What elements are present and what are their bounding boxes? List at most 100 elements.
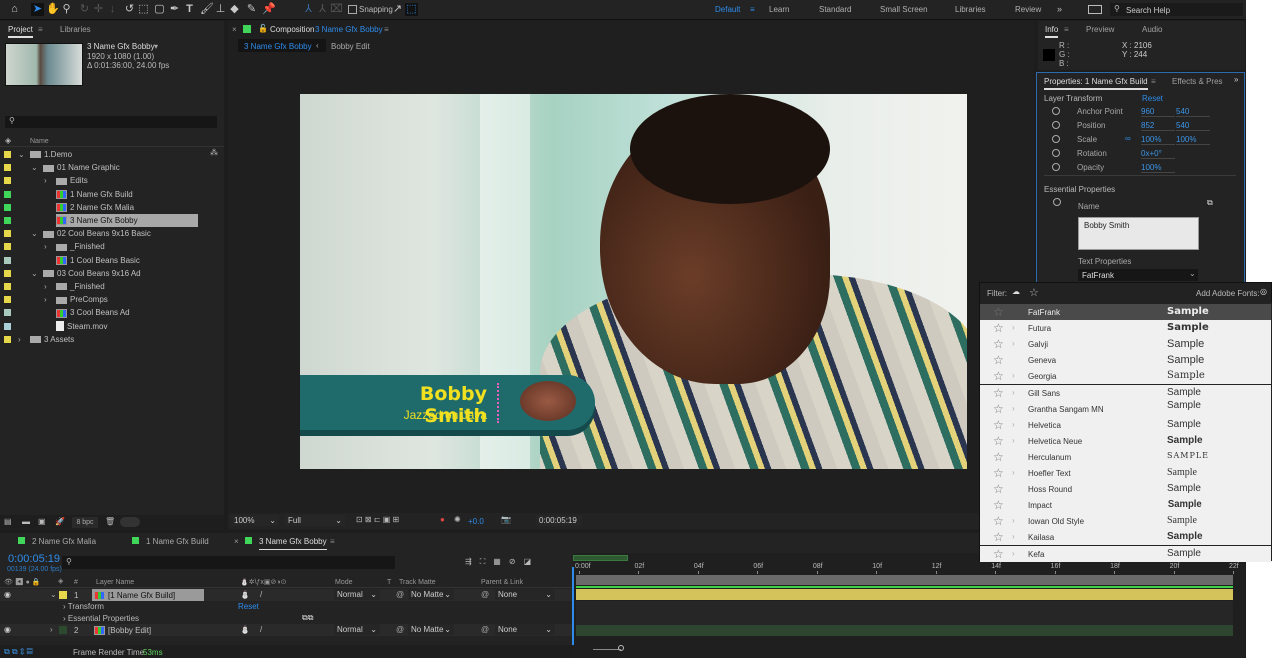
label-color[interactable] xyxy=(4,335,11,343)
favorite-star-icon[interactable]: ☆ xyxy=(993,321,1004,335)
workspace-small-screen[interactable]: Small Screen xyxy=(880,5,928,14)
search-help-input[interactable]: ⚲ Search Help xyxy=(1110,3,1243,16)
chevron-right-icon[interactable]: › xyxy=(1012,371,1015,380)
label-color[interactable] xyxy=(4,151,11,158)
favorite-star-icon[interactable]: ☆ xyxy=(993,353,1004,367)
panel-menu-icon[interactable]: ≡ xyxy=(38,25,43,34)
panel-menu-icon[interactable]: ≡ xyxy=(384,25,389,34)
label-color[interactable] xyxy=(4,230,11,238)
chevron-right-icon[interactable]: › xyxy=(44,280,47,293)
blend-mode-dropdown[interactable]: Normal ⌄ xyxy=(334,589,380,600)
chevron-down-icon[interactable]: ⌄ xyxy=(31,161,38,174)
region-of-interest-icon[interactable]: ⊡ ⊠ ⊏ ▣ ⊞ xyxy=(356,515,399,524)
tab-preview[interactable]: Preview xyxy=(1086,25,1114,34)
more-panels-icon[interactable]: » xyxy=(1234,75,1238,84)
orbit-tool-icon[interactable]: ↻ xyxy=(78,3,91,16)
tab-project[interactable]: Project xyxy=(8,25,33,38)
chevron-right-icon[interactable]: › xyxy=(18,333,21,346)
clone-stamp-icon[interactable]: ⊥ xyxy=(214,3,227,16)
label-color[interactable] xyxy=(4,269,11,277)
project-search-input[interactable]: ⚲ xyxy=(5,116,217,128)
composition-tab-prefix[interactable]: Composition xyxy=(270,25,314,34)
layer-name[interactable]: [Bobby Edit] xyxy=(92,624,204,636)
project-item[interactable]: 1 Cool Beans Basic xyxy=(0,254,224,267)
pen-tool-icon[interactable]: ✒ xyxy=(168,3,181,16)
favorite-star-icon[interactable]: ☆ xyxy=(993,482,1004,496)
property-value-1[interactable]: 0x+0° xyxy=(1141,149,1175,159)
project-item[interactable]: › _Finished xyxy=(0,240,224,253)
parent-dropdown[interactable]: None ⌄ xyxy=(495,589,555,600)
label-tag-icon[interactable]: ◈ xyxy=(58,577,63,585)
font-option-fatfrank[interactable]: ☆ FatFrank Sample xyxy=(980,304,1272,320)
zoom-slider-handle[interactable] xyxy=(618,645,624,651)
zoom-tool-icon[interactable]: ⚲ xyxy=(60,3,73,16)
font-option-galvji[interactable]: ☆ › Galvji Sample xyxy=(980,336,1272,353)
reset-transform-link[interactable]: Reset xyxy=(238,602,259,611)
eye-icon[interactable]: ◉ xyxy=(4,590,11,599)
label-color[interactable] xyxy=(4,309,11,317)
font-option-hoefler-text[interactable]: ☆ › Hoefler Text Sample xyxy=(980,465,1272,481)
favorite-star-icon[interactable]: ☆ xyxy=(993,418,1004,432)
panel-menu-icon[interactable]: ≡ xyxy=(330,537,335,546)
eraser-tool-icon[interactable]: ◆ xyxy=(228,3,241,16)
font-option-helvetica-neue[interactable]: ☆ › Helvetica Neue Sample xyxy=(980,432,1272,449)
workspace-default[interactable]: Default xyxy=(715,5,740,14)
quality-switch-icon[interactable]: / xyxy=(260,590,262,599)
favorite-star-icon[interactable]: ☆ xyxy=(993,337,1004,351)
close-tab-icon[interactable]: × xyxy=(234,537,239,546)
pickwhip-icon[interactable]: @ xyxy=(396,590,404,599)
puppet-pin-icon[interactable]: 📌 xyxy=(262,3,276,16)
sync-settings-icon[interactable] xyxy=(1088,5,1102,14)
render-toggle-icons[interactable]: ⧉ ⧉ ⇕ ▤ xyxy=(4,647,33,657)
workspace-standard[interactable]: Standard xyxy=(819,5,851,14)
font-option-hoss-round[interactable]: ☆ Hoss Round Sample xyxy=(980,481,1272,498)
font-option-impact[interactable]: ☆ Impact Sample xyxy=(980,497,1272,514)
favorite-star-icon[interactable]: ☆ xyxy=(993,369,1004,383)
workspace-learn[interactable]: Learn xyxy=(769,5,789,14)
project-item[interactable]: 3 Name Gfx Bobby xyxy=(0,214,224,227)
hand-tool-icon[interactable]: ✋ xyxy=(46,3,60,16)
parent-pickwhip-icon[interactable]: @ xyxy=(481,625,489,634)
panel-menu-icon[interactable]: ≡ xyxy=(1064,25,1069,34)
rotate-tool-icon[interactable]: ↺ xyxy=(123,3,136,16)
anchor-tool-icon[interactable]: ⬚ xyxy=(137,3,150,16)
composition-tab-name[interactable]: 3 Name Gfx Bobby xyxy=(315,25,383,34)
essential-properties-group[interactable]: › Essential Properties xyxy=(63,614,139,623)
layer-bar-1[interactable] xyxy=(576,589,1233,600)
chevron-down-icon[interactable]: ⌄ xyxy=(31,267,38,280)
property-value-1[interactable]: 852 xyxy=(1141,121,1175,131)
chevron-down-icon[interactable]: ⌄ xyxy=(1189,269,1196,278)
layer-bar-2[interactable] xyxy=(576,625,1233,636)
project-item[interactable]: › PreComps xyxy=(0,293,224,306)
pickwhip-icon[interactable]: @ xyxy=(396,625,404,634)
font-option-kailasa[interactable]: ☆ › Kailasa Sample xyxy=(980,529,1272,546)
type-tool-icon[interactable]: T xyxy=(183,3,196,16)
breadcrumb-item[interactable]: Bobby Edit xyxy=(331,42,370,51)
label-color[interactable] xyxy=(4,296,11,304)
chevron-right-icon[interactable]: › xyxy=(1012,420,1015,429)
chevron-right-icon[interactable]: › xyxy=(44,293,47,306)
pan-tool-icon[interactable]: ✛ xyxy=(92,3,105,16)
stopwatch-icon[interactable] xyxy=(1052,149,1060,157)
label-color[interactable] xyxy=(4,243,11,251)
zoom-dropdown[interactable]: 100% ⌄ xyxy=(231,515,279,526)
filter-adobe-fonts-icon[interactable]: ☁ xyxy=(1012,287,1020,296)
project-item[interactable]: 3 Cool Beans Ad xyxy=(0,306,224,319)
favorite-star-icon[interactable]: ☆ xyxy=(993,386,1004,400)
snapshot-icon[interactable]: 📷 xyxy=(501,515,511,524)
favorite-star-icon[interactable]: ☆ xyxy=(993,514,1004,528)
chevron-right-icon[interactable]: › xyxy=(1012,549,1015,558)
layer-row[interactable]: ◉ ⌄ 1 [1 Name Gfx Build] ⛄ / Normal ⌄ @ N… xyxy=(0,589,573,601)
font-dropdown[interactable]: FatFrank xyxy=(1078,269,1198,281)
av-switches-icon[interactable]: 👁 ◀ ● 🔒 xyxy=(4,578,41,586)
font-option-iowan-old-style[interactable]: ☆ › Iowan Old Style Sample xyxy=(980,513,1272,530)
parent-pickwhip-icon[interactable]: @ xyxy=(481,590,489,599)
filter-favorites-icon[interactable]: ☆ xyxy=(1029,286,1039,299)
font-option-gill-sans[interactable]: ☆ › Gill Sans Sample xyxy=(980,384,1272,401)
blend-mode-dropdown[interactable]: Normal ⌄ xyxy=(334,624,380,635)
new-composition-icon[interactable]: ▣ xyxy=(38,517,46,526)
property-value-2[interactable]: 540 xyxy=(1176,121,1210,131)
work-area-navigator[interactable] xyxy=(573,555,628,561)
project-item[interactable]: ⌄ 1.Demo xyxy=(0,148,224,161)
property-value-2[interactable]: 100% xyxy=(1176,135,1210,145)
